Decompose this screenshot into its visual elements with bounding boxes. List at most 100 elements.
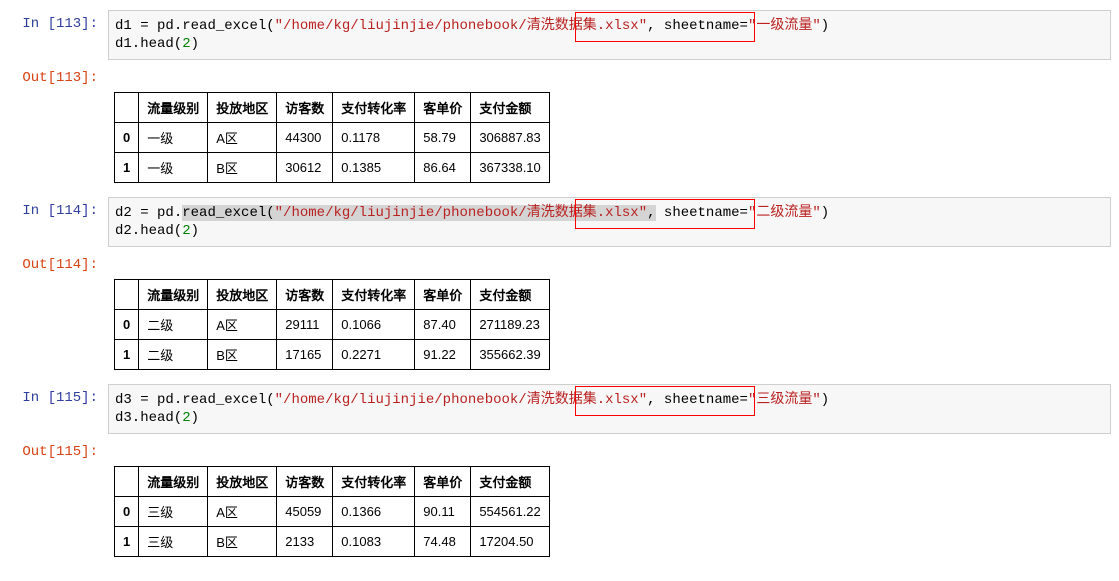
- paren-close: ): [821, 392, 829, 408]
- path-string: "/home/kg/liujinjie/phonebook/清洗数据集.xlsx…: [275, 392, 647, 408]
- table-header: 客单价: [415, 280, 471, 310]
- table-cell: 一级: [139, 123, 208, 153]
- table-header: 投放地区: [208, 467, 277, 497]
- output-area: 流量级别投放地区访客数支付转化率客单价支付金额0三级A区450590.13669…: [108, 464, 1111, 567]
- dataframe-table: 流量级别投放地区访客数支付转化率客单价支付金额0一级A区443000.11785…: [114, 92, 550, 183]
- table-cell: 三级: [139, 497, 208, 527]
- output-area: 流量级别投放地区访客数支付转化率客单价支付金额0二级A区291110.10668…: [108, 277, 1111, 380]
- table-header: 支付金额: [471, 93, 549, 123]
- table-cell: 一级: [139, 153, 208, 183]
- code-line-1: d2 = pd.read_excel("/home/kg/liujinjie/p…: [115, 204, 1104, 222]
- table-cell: 0.1178: [333, 123, 415, 153]
- table-header: 支付金额: [471, 280, 549, 310]
- head-call: d1.head(: [115, 36, 182, 52]
- table-cell: 2133: [277, 527, 333, 557]
- table-header: [115, 93, 139, 123]
- table-header: 投放地区: [208, 93, 277, 123]
- table-cell: 三级: [139, 527, 208, 557]
- sheet-key: sheetname=: [656, 18, 748, 34]
- sheet-key: sheetname=: [656, 392, 748, 408]
- output-prompt: Out[115]:: [8, 438, 108, 460]
- output-area: 流量级别投放地区访客数支付转化率客单价支付金额0一级A区443000.11785…: [108, 90, 1111, 193]
- code-cell[interactable]: d3 = pd.read_excel("/home/kg/liujinjie/p…: [108, 384, 1111, 434]
- table-cell: 0.1083: [333, 527, 415, 557]
- table-row: 0三级A区450590.136690.11554561.22: [115, 497, 550, 527]
- assign: = pd.: [132, 18, 182, 34]
- table-cell: 554561.22: [471, 497, 549, 527]
- sheet-val: "二级流量": [748, 205, 821, 221]
- table-header: [115, 280, 139, 310]
- head-num: 2: [182, 223, 190, 239]
- table-cell: 17165: [277, 340, 333, 370]
- sheet-val: "三级流量": [748, 392, 821, 408]
- table-cell: 91.22: [415, 340, 471, 370]
- table-header: 投放地区: [208, 280, 277, 310]
- table-cell: 44300: [277, 123, 333, 153]
- head-call: d2.head(: [115, 223, 182, 239]
- table-cell: 0.1066: [333, 310, 415, 340]
- table-header: 访客数: [277, 467, 333, 497]
- table-cell: 29111: [277, 310, 333, 340]
- input-prompt: In [115]:: [8, 384, 108, 406]
- table-header: 客单价: [415, 93, 471, 123]
- input-prompt: In [114]:: [8, 197, 108, 219]
- dataframe-table: 流量级别投放地区访客数支付转化率客单价支付金额0二级A区291110.10668…: [114, 279, 550, 370]
- table-cell: 74.48: [415, 527, 471, 557]
- code-line-1: d3 = pd.read_excel("/home/kg/liujinjie/p…: [115, 391, 1104, 409]
- table-cell: B区: [208, 340, 277, 370]
- table-cell: 0.1385: [333, 153, 415, 183]
- row-index: 0: [115, 310, 139, 340]
- table-cell: 271189.23: [471, 310, 549, 340]
- assign: = pd.: [132, 392, 182, 408]
- func: read_excel(: [182, 18, 274, 34]
- head-num: 2: [182, 36, 190, 52]
- table-header: 支付转化率: [333, 467, 415, 497]
- table-row: 1三级B区21330.108374.4817204.50: [115, 527, 550, 557]
- paren-close: ): [821, 205, 829, 221]
- table-cell: 306887.83: [471, 123, 549, 153]
- table-row: 1一级B区306120.138586.64367338.10: [115, 153, 550, 183]
- head-call: d3.head(: [115, 410, 182, 426]
- table-header: 流量级别: [139, 280, 208, 310]
- table-cell: 0.1366: [333, 497, 415, 527]
- table-cell: 二级: [139, 340, 208, 370]
- table-header: 支付金额: [471, 467, 549, 497]
- code-cell[interactable]: d1 = pd.read_excel("/home/kg/liujinjie/p…: [108, 10, 1111, 60]
- table-header: 支付转化率: [333, 280, 415, 310]
- table-cell: 355662.39: [471, 340, 549, 370]
- code-line-2: d3.head(2): [115, 409, 1104, 427]
- var: d3: [115, 392, 132, 408]
- row-index: 1: [115, 153, 139, 183]
- table-cell: 二级: [139, 310, 208, 340]
- path-string: "/home/kg/liujinjie/phonebook/清洗数据集.xlsx…: [275, 205, 647, 221]
- table-cell: 90.11: [415, 497, 471, 527]
- table-cell: 17204.50: [471, 527, 549, 557]
- row-index: 0: [115, 497, 139, 527]
- assign: = pd.: [132, 205, 182, 221]
- table-header: [115, 467, 139, 497]
- input-prompt: In [113]:: [8, 10, 108, 32]
- code-line-1: d1 = pd.read_excel("/home/kg/liujinjie/p…: [115, 17, 1104, 35]
- table-cell: A区: [208, 310, 277, 340]
- table-header: 访客数: [277, 93, 333, 123]
- table-cell: 367338.10: [471, 153, 549, 183]
- table-header: 访客数: [277, 280, 333, 310]
- table-cell: B区: [208, 153, 277, 183]
- head-close: ): [191, 410, 199, 426]
- code-cell[interactable]: d2 = pd.read_excel("/home/kg/liujinjie/p…: [108, 197, 1111, 247]
- table-cell: 0.2271: [333, 340, 415, 370]
- table-cell: 58.79: [415, 123, 471, 153]
- head-close: ): [191, 223, 199, 239]
- output-prompt: Out[114]:: [8, 251, 108, 273]
- table-cell: 45059: [277, 497, 333, 527]
- func: read_excel(: [182, 392, 274, 408]
- dataframe-table: 流量级别投放地区访客数支付转化率客单价支付金额0三级A区450590.13669…: [114, 466, 550, 557]
- sheet-val: "一级流量": [748, 18, 821, 34]
- row-index: 1: [115, 527, 139, 557]
- table-cell: 86.64: [415, 153, 471, 183]
- head-close: ): [191, 36, 199, 52]
- func: read_excel(: [182, 205, 274, 221]
- table-header: 流量级别: [139, 467, 208, 497]
- var: d1: [115, 18, 132, 34]
- code-line-2: d2.head(2): [115, 222, 1104, 240]
